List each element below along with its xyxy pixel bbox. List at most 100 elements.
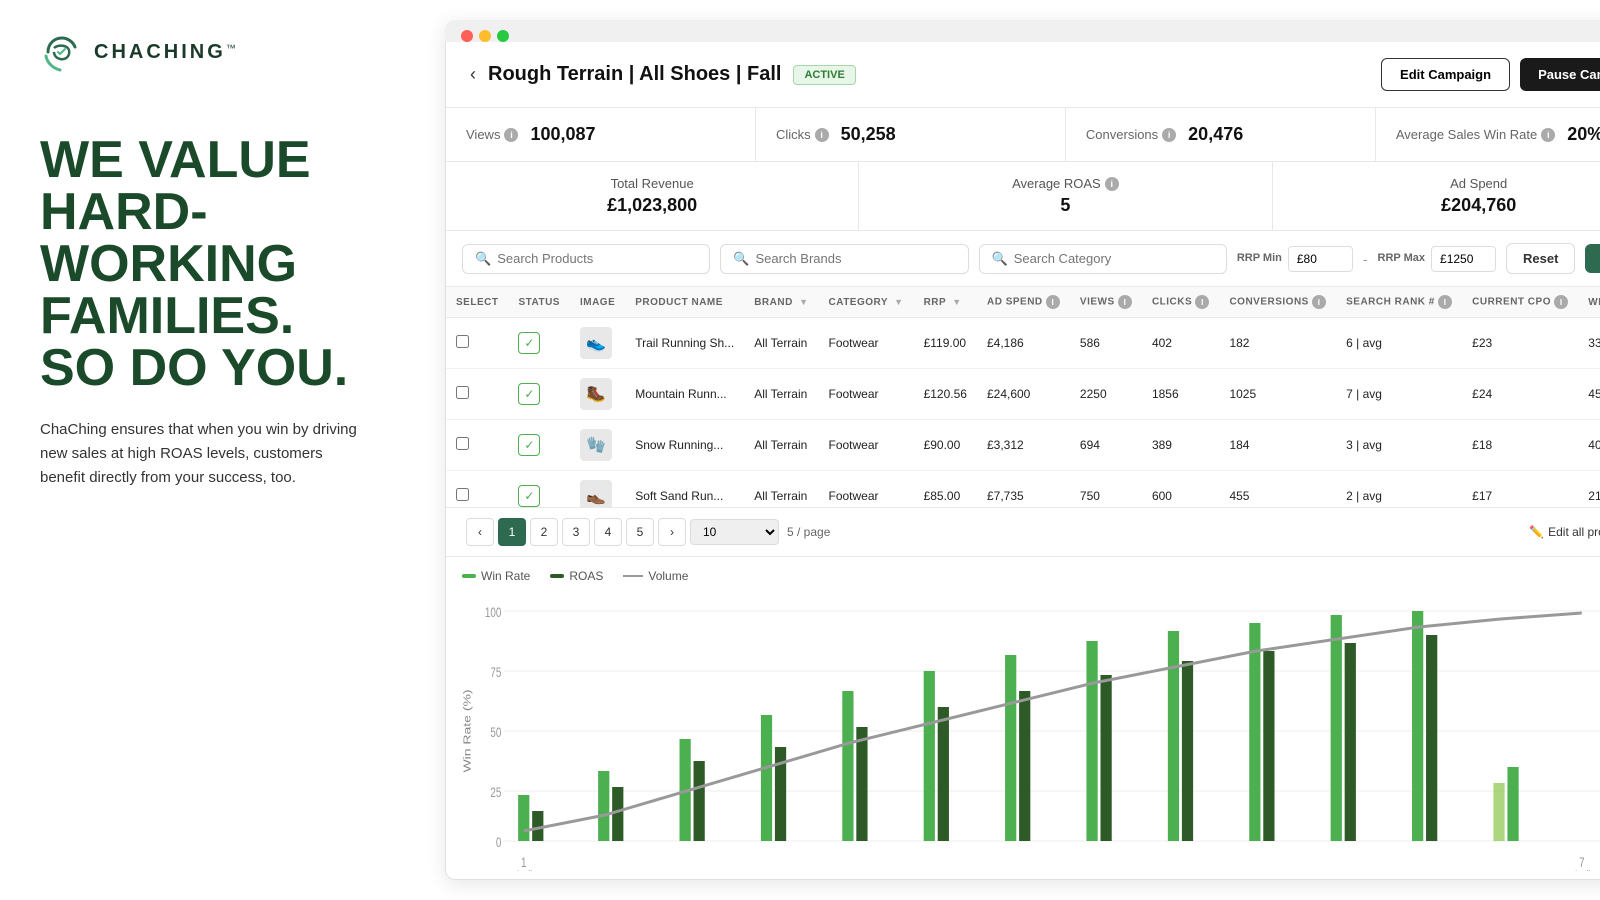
close-dot[interactable] <box>461 30 473 42</box>
win-rate-info-icon[interactable]: i <box>1541 128 1555 142</box>
row-conversions-3: 455 <box>1219 471 1336 508</box>
edit-all-roas-link[interactable]: ✏️ Edit all product ROAS <box>1529 525 1600 539</box>
search-brands-input[interactable] <box>755 251 955 266</box>
back-button[interactable]: ‹ <box>470 64 476 85</box>
campaign-header: ‹ Rough Terrain | All Shoes | Fall ACTIV… <box>446 42 1600 108</box>
product-table-container: SELECT STATUS IMAGE PRODUCT NAME BRAND ▼… <box>446 287 1600 507</box>
row-category-2: Footwear <box>819 420 914 471</box>
col-product-name: PRODUCT NAME <box>625 287 744 318</box>
reset-button[interactable]: Reset <box>1506 243 1575 274</box>
row-conversions-2: 184 <box>1219 420 1336 471</box>
campaign-title-area: ‹ Rough Terrain | All Shoes | Fall ACTIV… <box>470 63 856 86</box>
svg-text:75: 75 <box>490 664 501 680</box>
pause-campaign-button[interactable]: Pause Campaign <box>1520 58 1600 91</box>
row-image-3: 👞 <box>570 471 625 508</box>
row-search-rank-2: 3 | avg <box>1336 420 1462 471</box>
per-page-select[interactable]: 10 5 / page 20 / page <box>690 519 779 545</box>
brand-sort-icon: ▼ <box>799 297 808 307</box>
bar-winrate-6 <box>924 671 935 841</box>
active-badge: ACTIVE <box>793 65 855 85</box>
col-rrp[interactable]: RRP ▼ <box>914 287 977 318</box>
revenue-adspend-value: £204,760 <box>1293 195 1600 216</box>
cpo-info-icon[interactable]: i <box>1554 295 1568 309</box>
search-button[interactable]: Search <box>1585 244 1600 273</box>
row-checkbox-0[interactable] <box>456 335 469 348</box>
stat-clicks-label: Clicks i <box>776 127 829 142</box>
rrp-max-input[interactable] <box>1431 246 1496 272</box>
row-checkbox-2[interactable] <box>456 437 469 450</box>
row-status-3: ✓ <box>508 471 570 508</box>
row-status-1: ✓ <box>508 369 570 420</box>
page-prev-button[interactable]: ‹ <box>466 518 494 546</box>
row-brand-0: All Terrain <box>744 318 818 369</box>
stat-views-value: 100,087 <box>530 124 595 145</box>
page-4-button[interactable]: 4 <box>594 518 622 546</box>
roas-info-icon[interactable]: i <box>1105 177 1119 191</box>
edit-campaign-button[interactable]: Edit Campaign <box>1381 58 1510 91</box>
product-img-2: 🧤 <box>580 429 612 461</box>
clicks-col-info-icon[interactable]: i <box>1195 295 1209 309</box>
row-rrp-3: £85.00 <box>914 471 977 508</box>
page-3-button[interactable]: 3 <box>562 518 590 546</box>
search-category-box[interactable]: 🔍 <box>979 244 1227 274</box>
row-clicks-3: 600 <box>1142 471 1220 508</box>
col-category[interactable]: CATEGORY ▼ <box>819 287 914 318</box>
search-products-box[interactable]: 🔍 <box>462 244 710 274</box>
svg-text:25: 25 <box>490 784 501 800</box>
stat-conversions-label: Conversions i <box>1086 127 1176 142</box>
page-2-button[interactable]: 2 <box>530 518 558 546</box>
row-brand-1: All Terrain <box>744 369 818 420</box>
row-current-cpo-2: £18 <box>1462 420 1578 471</box>
maximize-dot[interactable] <box>497 30 509 42</box>
search-category-input[interactable] <box>1014 251 1214 266</box>
views-info-icon[interactable]: i <box>504 128 518 142</box>
stat-clicks: Clicks i 50,258 <box>756 108 1066 161</box>
legend-roas-label: ROAS <box>569 569 603 583</box>
clicks-info-icon[interactable]: i <box>815 128 829 142</box>
product-table: SELECT STATUS IMAGE PRODUCT NAME BRAND ▼… <box>446 287 1600 507</box>
chart-container: Win Rate ROAS Volume Win Rate (%) <box>446 556 1600 879</box>
product-img-1: 🥾 <box>580 378 612 410</box>
views-col-info-icon[interactable]: i <box>1118 295 1132 309</box>
revenue-total-label: Total Revenue <box>466 176 838 191</box>
col-search-rank: SEARCH RANK # i <box>1336 287 1462 318</box>
row-clicks-1: 1856 <box>1142 369 1220 420</box>
rrp-min-input[interactable] <box>1288 246 1353 272</box>
row-category-3: Footwear <box>819 471 914 508</box>
row-checkbox-cell <box>446 471 508 508</box>
row-checkbox-1[interactable] <box>456 386 469 399</box>
page-1-button[interactable]: 1 <box>498 518 526 546</box>
bar-roas-2 <box>612 787 623 841</box>
svg-text:0: 0 <box>496 834 502 850</box>
left-panel: CHACHING™ WE VALUE HARD- WORKING FAMILIE… <box>0 0 435 900</box>
search-brands-box[interactable]: 🔍 <box>720 244 968 274</box>
logo-area: CHACHING™ <box>40 30 395 74</box>
row-checkbox-3[interactable] <box>456 488 469 501</box>
bar-roas-13 <box>1507 767 1518 841</box>
col-brand[interactable]: BRAND ▼ <box>744 287 818 318</box>
page-5-button[interactable]: 5 <box>626 518 654 546</box>
legend-roas: ROAS <box>550 569 603 583</box>
bar-winrate-12 <box>1412 611 1423 841</box>
conversions-info-icon[interactable]: i <box>1162 128 1176 142</box>
search-rank-info-icon[interactable]: i <box>1438 295 1452 309</box>
page-next-button[interactable]: › <box>658 518 686 546</box>
row-views-3: 750 <box>1070 471 1142 508</box>
rrp-min-label: RRP Min <box>1237 252 1282 265</box>
bar-winrate-7 <box>1005 655 1016 841</box>
conversions-col-info-icon[interactable]: i <box>1312 295 1326 309</box>
bar-winrate-2 <box>598 771 609 841</box>
browser-chrome <box>445 20 1600 42</box>
chart-area: Win Rate (%) ROAS | Volume (£) 100 <box>462 591 1600 871</box>
adspend-info-icon[interactable]: i <box>1046 295 1060 309</box>
row-clicks-2: 389 <box>1142 420 1220 471</box>
bar-roas-10 <box>1263 651 1274 841</box>
logo-icon <box>40 30 84 74</box>
col-select: SELECT <box>446 287 508 318</box>
stat-clicks-value: 50,258 <box>841 124 896 145</box>
bar-roas-12 <box>1426 635 1437 841</box>
row-rrp-2: £90.00 <box>914 420 977 471</box>
minimize-dot[interactable] <box>479 30 491 42</box>
search-products-input[interactable] <box>497 251 697 266</box>
page-buttons: ‹ 1 2 3 4 5 › 10 5 / page 20 / page 5 / … <box>466 518 830 546</box>
